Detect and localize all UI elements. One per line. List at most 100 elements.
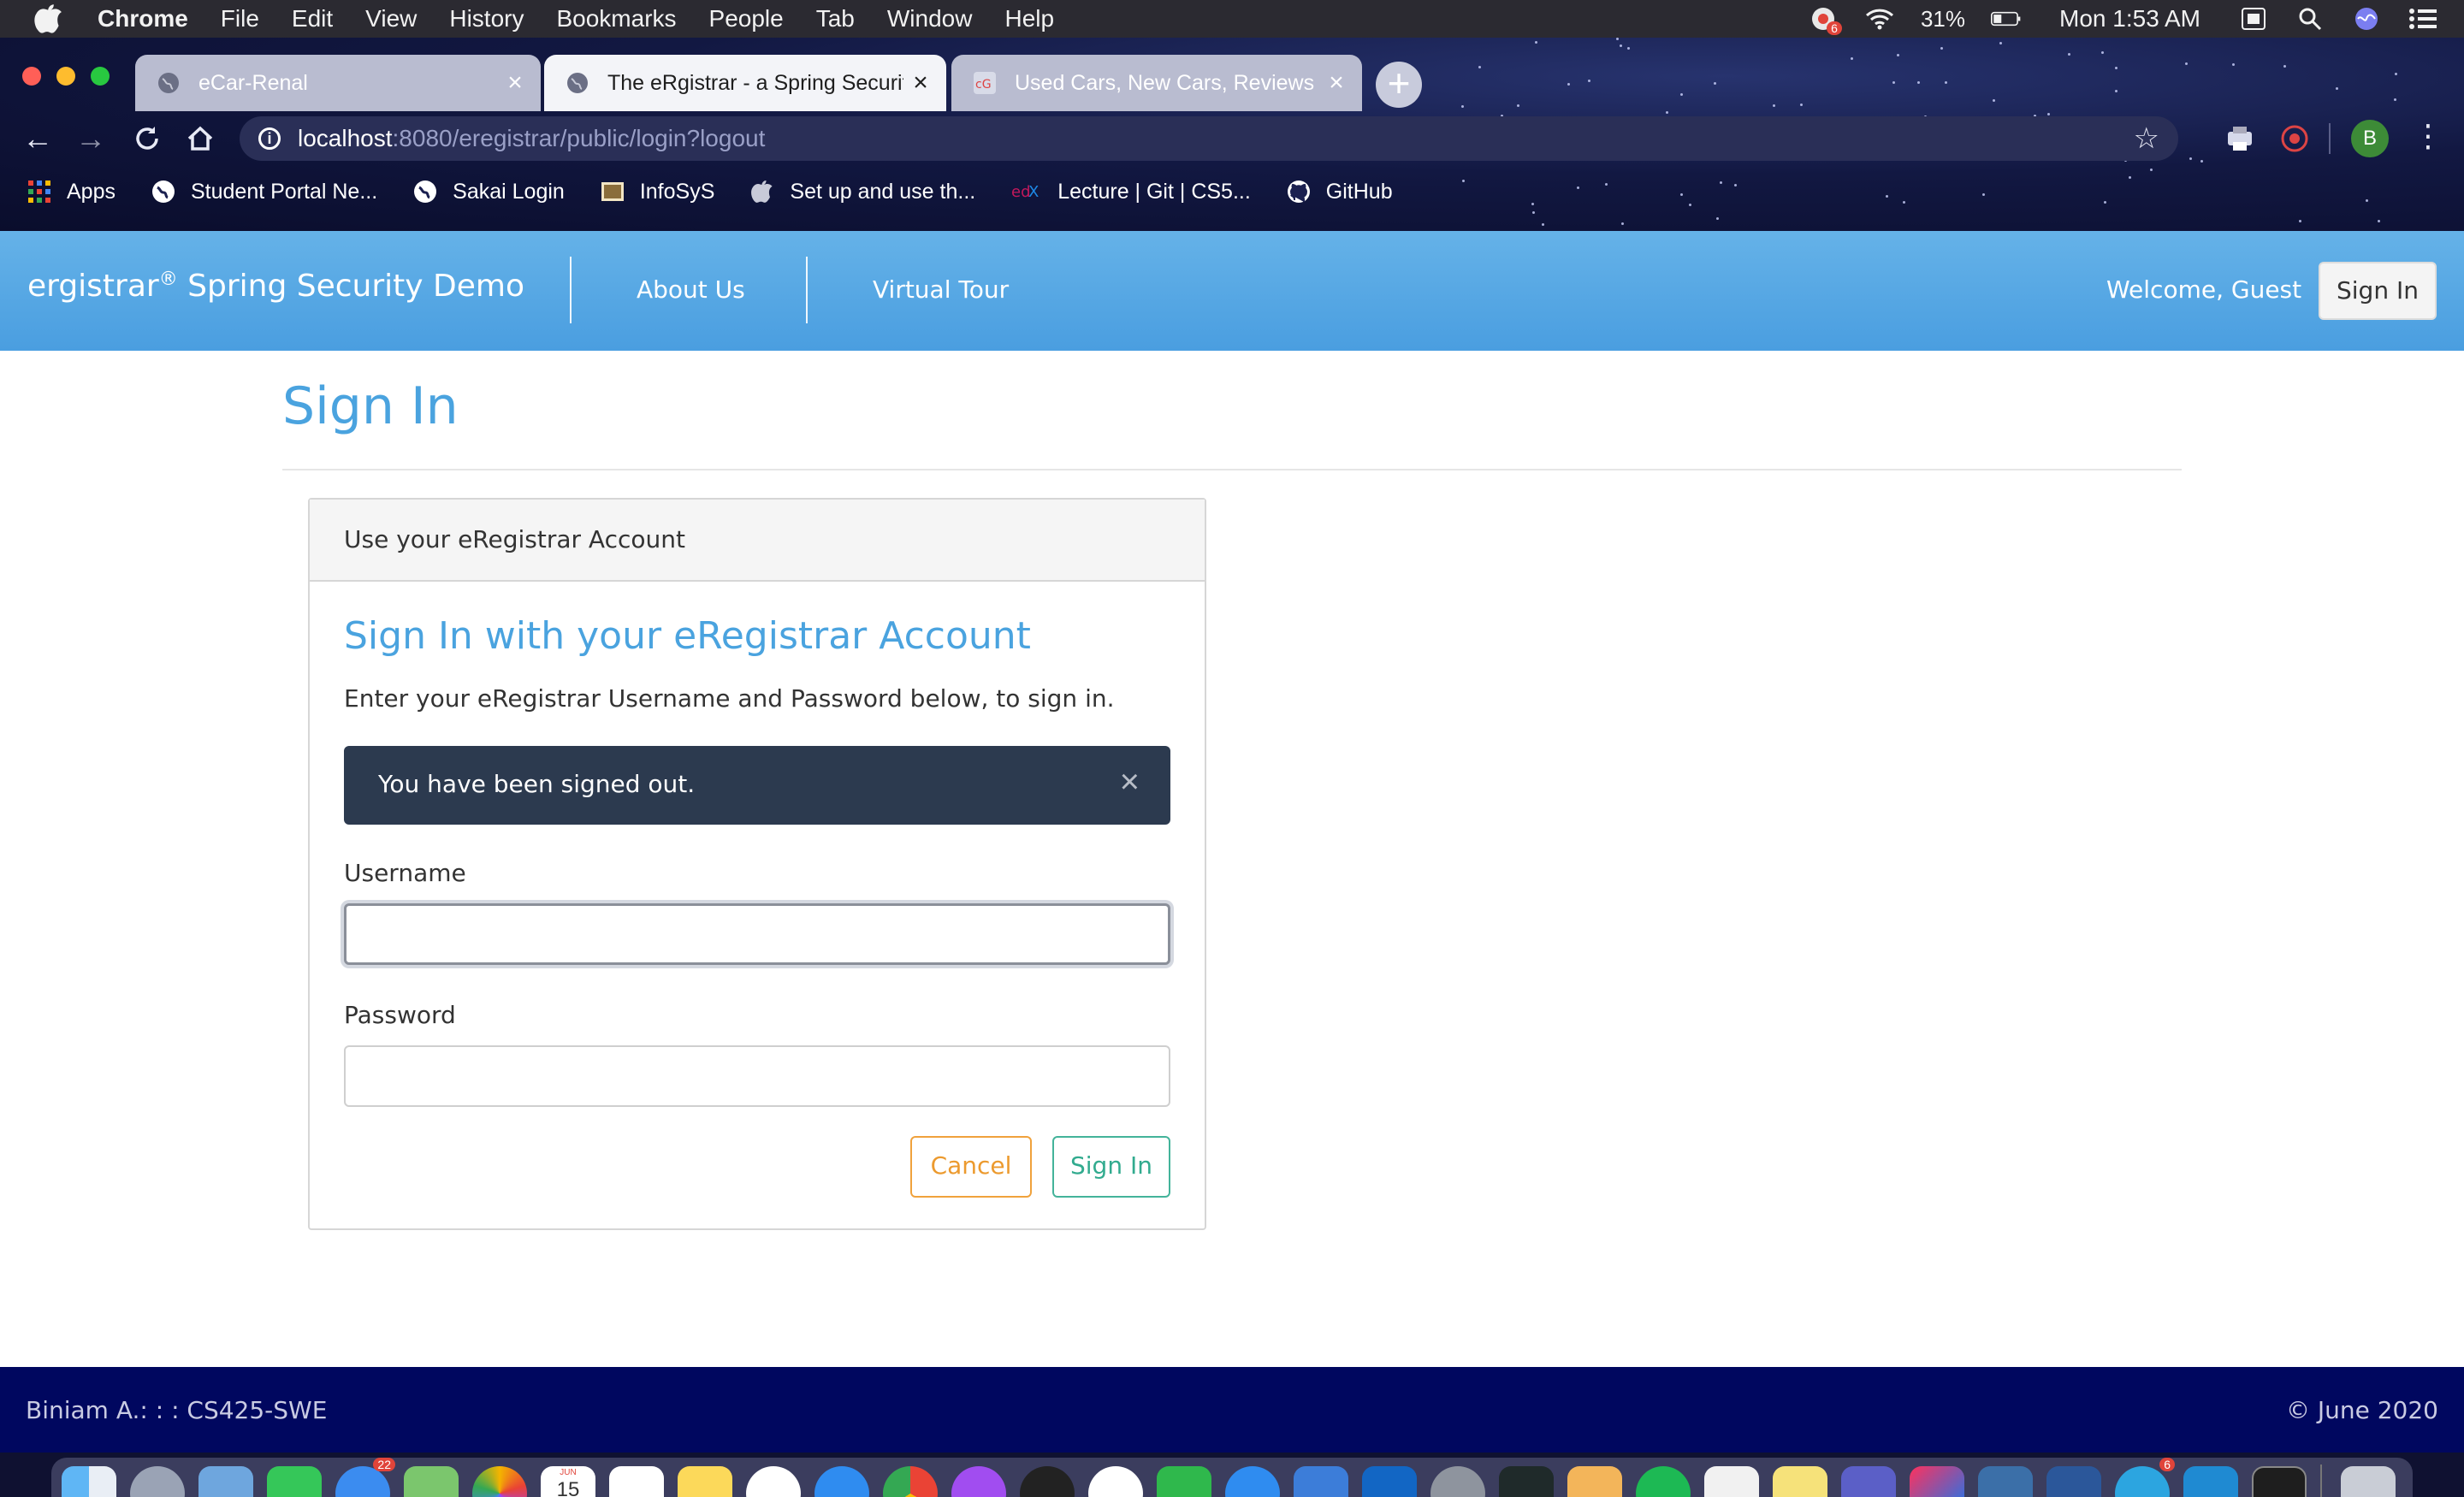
spotlight-search-icon[interactable] [2295, 6, 2325, 32]
stickies-icon[interactable] [1773, 1466, 1827, 1497]
reminders-icon[interactable] [609, 1466, 664, 1497]
notification-app-icon[interactable]: 6 [1808, 6, 1842, 35]
mysql-workbench-icon[interactable] [1978, 1466, 2033, 1497]
site-info-icon[interactable]: i [258, 127, 281, 150]
bookmark-label: Lecture | Git | CS5... [1057, 179, 1251, 204]
bookmark-sakai-login[interactable]: Sakai Login [413, 180, 565, 204]
menu-people[interactable]: People [709, 5, 784, 33]
apple-menu-icon[interactable] [34, 3, 63, 34]
tab-close-icon[interactable]: × [1319, 68, 1353, 98]
terminal-icon[interactable] [2252, 1466, 2307, 1497]
menu-bookmarks[interactable]: Bookmarks [556, 5, 676, 33]
title-divider [282, 469, 2182, 470]
menu-history[interactable]: History [449, 5, 524, 33]
vscode-icon[interactable] [2183, 1466, 2238, 1497]
menu-tab[interactable]: Tab [816, 5, 855, 33]
nav-link-virtual-tour[interactable]: Virtual Tour [873, 275, 1009, 304]
menu-window[interactable]: Window [887, 5, 973, 33]
calendar-icon[interactable]: JUN 15 [541, 1466, 595, 1497]
navbar-sign-in-button[interactable]: Sign In [2319, 262, 2437, 320]
sign-in-submit-button[interactable]: Sign In [1052, 1136, 1170, 1198]
panel-heading: Use your eRegistrar Account [310, 500, 1205, 582]
menu-view[interactable]: View [365, 5, 417, 33]
bookmark-student-portal[interactable]: Student Portal Ne... [151, 180, 377, 204]
notification-badge: 6 [1827, 21, 1842, 35]
extension-record-icon[interactable] [2279, 123, 2310, 154]
tab-ecar-renal[interactable]: eCar-Renal × [135, 55, 541, 111]
intellij-icon[interactable] [1910, 1466, 1964, 1497]
theme-star [1680, 93, 1683, 96]
word-icon[interactable] [2046, 1466, 2101, 1497]
theme-star [1940, 47, 1943, 50]
reload-icon[interactable] [128, 120, 166, 157]
forward-arrow-icon[interactable]: → [72, 120, 110, 157]
close-window-button[interactable] [22, 67, 41, 86]
menu-app-chrome[interactable]: Chrome [98, 5, 188, 33]
theme-star [2232, 63, 2235, 66]
globe-icon [414, 180, 437, 203]
zoom-window-button[interactable] [91, 67, 110, 86]
home-icon[interactable] [181, 120, 219, 157]
battery-icon[interactable] [1991, 6, 2022, 32]
teams-icon[interactable] [1841, 1466, 1896, 1497]
username-input[interactable] [344, 903, 1170, 965]
bookmark-label: Set up and use th... [790, 179, 976, 204]
site-navbar: ergistrar® Spring Security Demo About Us… [0, 231, 2464, 351]
bookmark-setup-apple[interactable]: Set up and use th... [750, 180, 975, 204]
alert-close-icon[interactable]: × [1120, 765, 1140, 799]
globe-icon [567, 73, 588, 93]
minimize-window-button[interactable] [56, 67, 75, 86]
bookmark-label: GitHub [1325, 179, 1393, 204]
preview-icon[interactable] [1567, 1466, 1622, 1497]
tab-eregistrar-active[interactable]: The eRgistrar - a Spring Security × [544, 55, 946, 111]
menu-file[interactable]: File [221, 5, 259, 33]
address-bar[interactable]: i localhost :8080/eregistrar/public/logi… [240, 116, 2178, 161]
panel-title: Sign In with your eRegistrar Account [344, 614, 1031, 658]
activity-monitor-icon[interactable] [1499, 1466, 1554, 1497]
maps-icon[interactable] [404, 1466, 459, 1497]
notes-icon[interactable] [678, 1466, 732, 1497]
password-input[interactable] [344, 1045, 1170, 1107]
bookmark-star-icon[interactable]: ☆ [2134, 121, 2159, 156]
bookmark-apps[interactable]: Apps [27, 180, 116, 204]
finder-icon[interactable] [62, 1466, 116, 1497]
siri-icon[interactable] [2351, 6, 2382, 32]
mail-stamp-icon[interactable] [198, 1466, 253, 1497]
theme-star [1517, 104, 1519, 107]
tab-used-cars[interactable]: cG Used Cars, New Cars, Reviews × [951, 55, 1362, 111]
cancel-button[interactable]: Cancel [910, 1136, 1032, 1198]
tab-close-icon[interactable]: × [498, 68, 532, 98]
textedit-icon[interactable] [1704, 1466, 1759, 1497]
numbers-icon[interactable] [1157, 1466, 1211, 1497]
nav-divider [570, 257, 572, 323]
theme-star [2395, 73, 2397, 75]
menu-help[interactable]: Help [1004, 5, 1054, 33]
menu-edit[interactable]: Edit [292, 5, 333, 33]
extension-print-icon[interactable] [2224, 123, 2255, 154]
notification-center-icon[interactable] [2408, 6, 2438, 32]
footer-copyright: © June 2020 [2285, 1396, 2438, 1424]
outlook-icon[interactable] [1362, 1466, 1417, 1497]
theme-star [1542, 223, 1544, 226]
profile-avatar[interactable]: B [2351, 120, 2389, 157]
bookmark-lecture-git[interactable]: ed X Lecture | Git | CS5... [1011, 180, 1251, 204]
nav-link-about-us[interactable]: About Us [637, 275, 745, 304]
bookmark-infosys[interactable]: InfoSyS [601, 180, 714, 204]
bookmark-github[interactable]: GitHub [1287, 180, 1393, 204]
theme-star [1851, 57, 1853, 60]
input-source-icon[interactable] [2238, 6, 2269, 32]
new-tab-plus-icon[interactable]: + [1376, 62, 1422, 108]
chrome-menu-icon[interactable]: ⋮ [2413, 118, 2443, 154]
site-brand-link[interactable]: ergistrar® Spring Security Demo [27, 269, 524, 304]
menu-clock[interactable]: Mon 1:53 AM [2059, 5, 2200, 33]
back-arrow-icon[interactable]: ← [19, 120, 56, 157]
keynote-icon[interactable] [1294, 1466, 1348, 1497]
wifi-icon[interactable] [1864, 6, 1895, 32]
welcome-guest-text: Welcome, Guest [2106, 275, 2302, 304]
facetime-icon[interactable] [267, 1466, 322, 1497]
theme-star [2115, 67, 2118, 69]
calendar-day: 15 [556, 1478, 580, 1497]
trash-icon[interactable] [2341, 1466, 2396, 1497]
tab-close-icon[interactable]: × [903, 68, 938, 98]
theme-star [1588, 80, 1590, 82]
